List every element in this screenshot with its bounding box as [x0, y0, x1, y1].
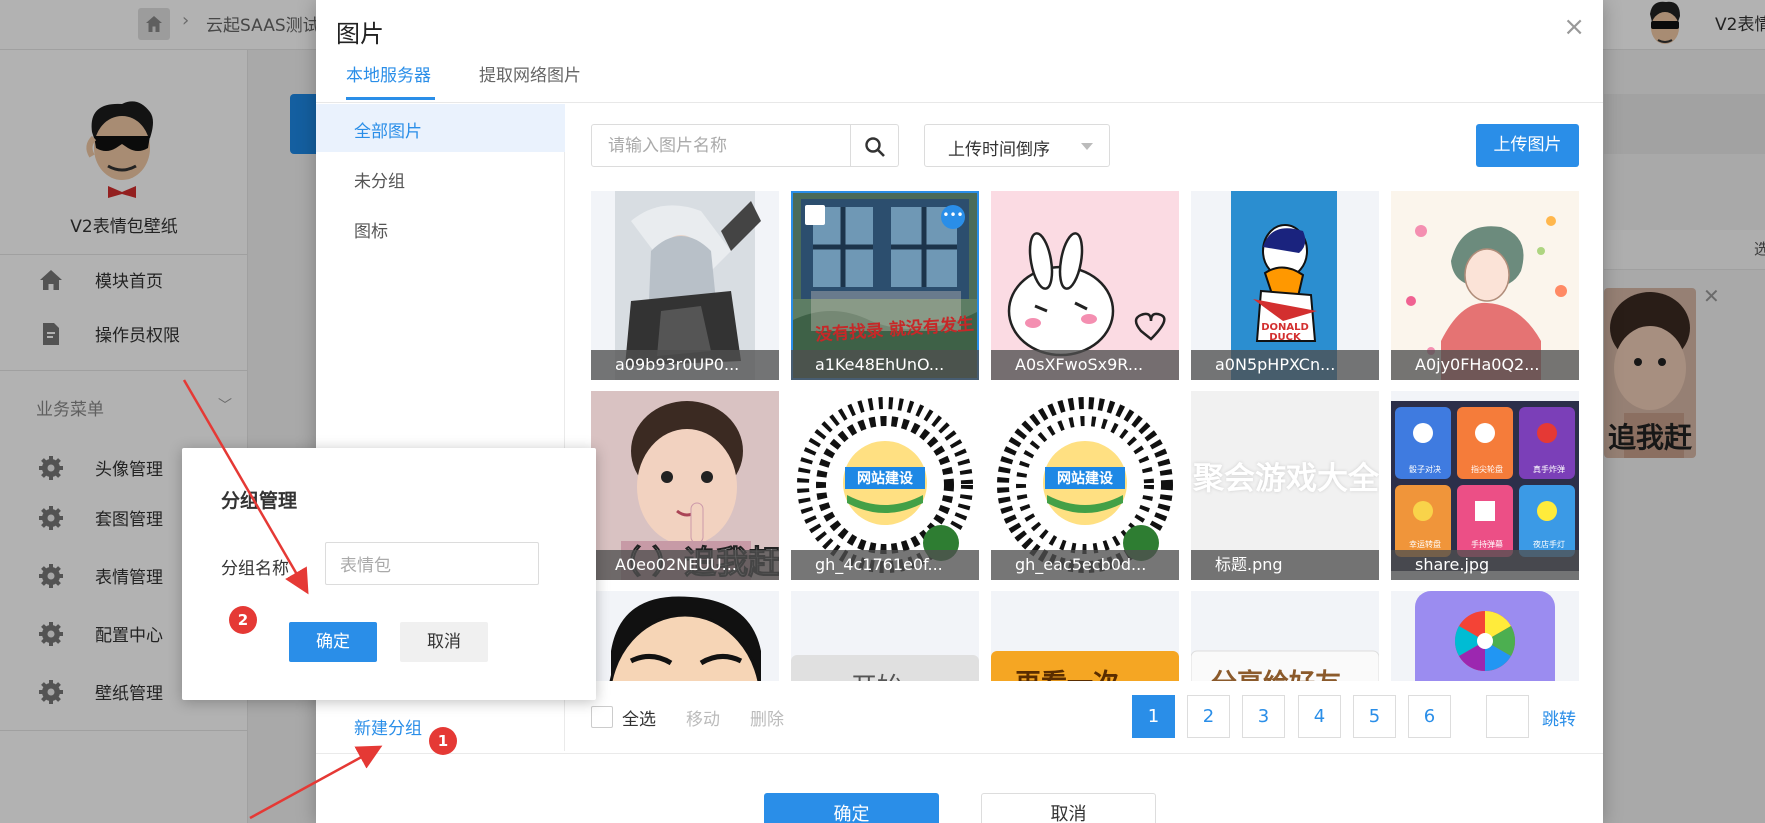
step-marker-1: 1	[429, 727, 457, 755]
arrow-to-new-group	[249, 745, 383, 820]
arrow-to-group-name	[182, 379, 309, 595]
annotation-arrows	[182, 379, 383, 820]
step-marker-2: 2	[229, 606, 257, 634]
